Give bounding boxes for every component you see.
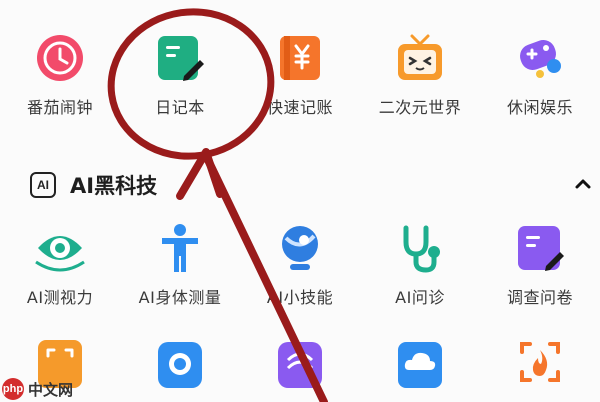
app-label: AI测视力 [26, 288, 94, 307]
app-label: 快速记账 [266, 98, 333, 117]
app-label: 调查问卷 [506, 288, 573, 307]
app-cloud[interactable] [360, 336, 480, 388]
eye-icon [34, 222, 86, 274]
app-label: 二次元世界 [378, 98, 462, 117]
app-purple-tool[interactable] [240, 336, 360, 388]
app-label: 番茄闹钟 [26, 98, 93, 117]
fire-scan-icon [514, 336, 566, 388]
app-camera[interactable] [120, 336, 240, 388]
app-fire-scan[interactable] [480, 336, 600, 388]
app-ai-eye-test[interactable]: AI测视力 [0, 222, 120, 308]
body-icon [154, 222, 206, 274]
php-logo-icon: php [2, 378, 24, 400]
app-label: AI身体测量 [138, 288, 222, 307]
chevron-up-icon[interactable] [572, 173, 594, 195]
globe-icon [274, 222, 326, 274]
ai-badge-icon: AI [30, 172, 56, 198]
tomato-clock-icon [34, 32, 86, 84]
diary-icon [154, 32, 206, 84]
app-ai-body-measure[interactable]: AI身体测量 [120, 222, 240, 308]
more-tools-row [0, 336, 600, 388]
tv-icon [394, 32, 446, 84]
app-label: 休闲娱乐 [506, 98, 573, 117]
app-ai-consult[interactable]: AI问诊 [360, 222, 480, 308]
survey-icon [514, 222, 566, 274]
app-diary[interactable]: 日记本 [120, 32, 240, 118]
gamepad-icon [514, 32, 566, 84]
app-tomato-clock[interactable]: 番茄闹钟 [0, 32, 120, 118]
app-leisure[interactable]: 休闲娱乐 [480, 32, 600, 118]
app-ai-skills[interactable]: AI小技能 [240, 222, 360, 308]
pointer-arrowhead [176, 148, 224, 200]
section-header: AI AI黑科技 [30, 170, 157, 200]
stethoscope-icon [394, 222, 446, 274]
app-label: AI小技能 [266, 288, 334, 307]
ledger-icon [274, 32, 326, 84]
cloud-icon [394, 336, 446, 388]
app-label: 日记本 [155, 98, 205, 117]
watermark-text: 中文网 [28, 380, 74, 399]
ai-tools-row: AI测视力 AI身体测量 AI小技能 AI问诊 调查问卷 [0, 222, 600, 308]
purple-tool-icon [274, 336, 326, 388]
section-title: AI黑科技 [70, 174, 158, 198]
app-anime-world[interactable]: 二次元世界 [360, 32, 480, 118]
app-grid-screen: 番茄闹钟 日记本 快速记账 二次元世界 休闲娱乐 AI AI黑科技 AI测视力 … [0, 0, 600, 402]
camera-icon [154, 336, 206, 388]
app-label: AI问诊 [395, 288, 445, 307]
watermark: php 中文网 [2, 378, 73, 400]
tools-row: 番茄闹钟 日记本 快速记账 二次元世界 休闲娱乐 [0, 32, 600, 118]
app-survey[interactable]: 调查问卷 [480, 222, 600, 308]
app-quick-ledger[interactable]: 快速记账 [240, 32, 360, 118]
